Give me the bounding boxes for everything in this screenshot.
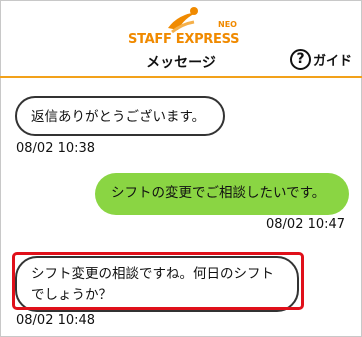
message-text: シフトの変更でご相談したいです。 [111,185,326,201]
message-text: 返信ありがとうございます。 [31,109,206,125]
question-icon: ? [290,49,311,70]
logo: NEO STAFF EXPRESS [128,6,239,47]
message-timestamp: 08/02 10:38 [16,141,96,156]
logo-text: STAFF EXPRESS [128,32,240,47]
logo-sub-label: NEO [218,20,237,29]
message-timestamp: 08/02 10:47 [266,217,346,232]
incoming-message-bubble: 返信ありがとうございます。 [15,96,225,136]
highlight-box [12,252,304,310]
message-timestamp: 08/02 10:48 [16,313,96,328]
header: NEO STAFF EXPRESS メッセージ ? ガイド [0,0,362,78]
guide-button[interactable]: ? ガイド [290,49,352,70]
guide-label: ガイド [313,54,353,69]
outgoing-message-bubble: シフトの変更でご相談したいです。 [95,173,349,215]
